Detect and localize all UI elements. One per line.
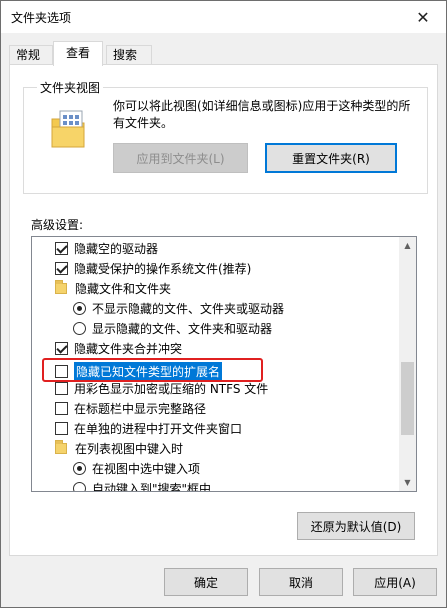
- list-item-label: 不显示隐藏的文件、文件夹或驱动器: [92, 301, 285, 316]
- list-item[interactable]: 不显示隐藏的文件、文件夹或驱动器: [73, 298, 416, 318]
- list-item-label: 用彩色显示加密或压缩的 NTFS 文件: [74, 381, 269, 396]
- cancel-button[interactable]: 取消: [259, 568, 343, 596]
- checkbox[interactable]: [55, 341, 68, 355]
- scroll-down-button[interactable]: ▼: [399, 474, 416, 491]
- folder-icon: [55, 279, 67, 294]
- title-bar: 文件夹选项 ✕: [1, 1, 446, 33]
- list-item-label: 隐藏文件夹合并冲突: [74, 341, 183, 356]
- folder-view-description: 你可以将此视图(如详细信息或图标)应用于这种类型的所有文件夹。: [113, 99, 411, 130]
- checkbox[interactable]: [55, 381, 68, 395]
- apply-to-folders-button[interactable]: 应用到文件夹(L): [113, 143, 248, 173]
- radio-button[interactable]: [73, 481, 86, 491]
- apply-button[interactable]: 应用(A): [353, 568, 437, 596]
- list-item-label: 显示隐藏的文件、文件夹和驱动器: [92, 321, 273, 336]
- list-item-label: 隐藏文件和文件夹: [75, 281, 172, 296]
- checkbox[interactable]: [55, 241, 68, 255]
- folder-icon: [55, 439, 67, 454]
- scroll-up-button[interactable]: ▲: [399, 237, 416, 254]
- list-item[interactable]: 隐藏空的驱动器: [55, 238, 416, 258]
- tab-general[interactable]: 常规: [9, 45, 53, 65]
- red-annotation-box: [42, 358, 263, 382]
- list-item[interactable]: 在单独的进程中打开文件夹窗口: [55, 418, 416, 438]
- radio-button[interactable]: [73, 321, 86, 335]
- list-item[interactable]: 隐藏受保护的操作系统文件(推荐): [55, 258, 416, 278]
- folder-options-dialog: 文件夹选项 ✕ 常规 查看 搜索 文件夹视图 你可以将此视图(如详细信息或图标)…: [0, 0, 447, 608]
- advanced-settings-label: 高级设置:: [31, 218, 84, 232]
- checkbox[interactable]: [55, 261, 68, 275]
- list-item-label: 自动键入到"搜索"框中: [92, 481, 212, 492]
- list-item-group: 隐藏文件和文件夹: [55, 278, 416, 298]
- tab-search[interactable]: 搜索: [106, 45, 152, 65]
- radio-button[interactable]: [73, 301, 86, 315]
- chevron-down-icon: ▼: [404, 478, 411, 487]
- folder-view-legend: 文件夹视图: [37, 79, 104, 96]
- list-item-label: 在列表视图中键入时: [75, 441, 184, 456]
- list-item[interactable]: 在视图中选中键入项: [73, 458, 416, 478]
- restore-defaults-button[interactable]: 还原为默认值(D): [297, 512, 415, 540]
- reset-folders-button[interactable]: 重置文件夹(R): [265, 143, 397, 173]
- list-item-label: 隐藏空的驱动器: [74, 241, 159, 256]
- list-item[interactable]: 隐藏文件夹合并冲突: [55, 338, 416, 358]
- close-icon: ✕: [416, 7, 430, 27]
- list-item[interactable]: 在标题栏中显示完整路径: [55, 398, 416, 418]
- window-title: 文件夹选项: [11, 11, 72, 25]
- folder-view-icon: [51, 110, 85, 148]
- list-item-label: 在视图中选中键入项: [92, 461, 201, 476]
- list-item[interactable]: 自动键入到"搜索"框中: [73, 478, 416, 492]
- list-item[interactable]: 显示隐藏的文件、文件夹和驱动器: [73, 318, 416, 338]
- list-item-label: 在标题栏中显示完整路径: [74, 401, 207, 416]
- list-item-label: 在单独的进程中打开文件夹窗口: [74, 421, 243, 436]
- list-item-group: 在列表视图中键入时: [55, 438, 416, 458]
- tab-view[interactable]: 查看: [53, 41, 103, 66]
- radio-button[interactable]: [73, 461, 86, 475]
- vertical-scrollbar[interactable]: ▲ ▼: [399, 237, 416, 491]
- ok-button[interactable]: 确定: [164, 568, 248, 596]
- checkbox[interactable]: [55, 421, 68, 435]
- scrollbar-thumb[interactable]: [401, 362, 414, 435]
- list-item-label: 隐藏受保护的操作系统文件(推荐): [74, 261, 252, 276]
- checkbox[interactable]: [55, 401, 68, 415]
- close-button[interactable]: ✕: [400, 1, 446, 33]
- chevron-up-icon: ▲: [404, 241, 411, 250]
